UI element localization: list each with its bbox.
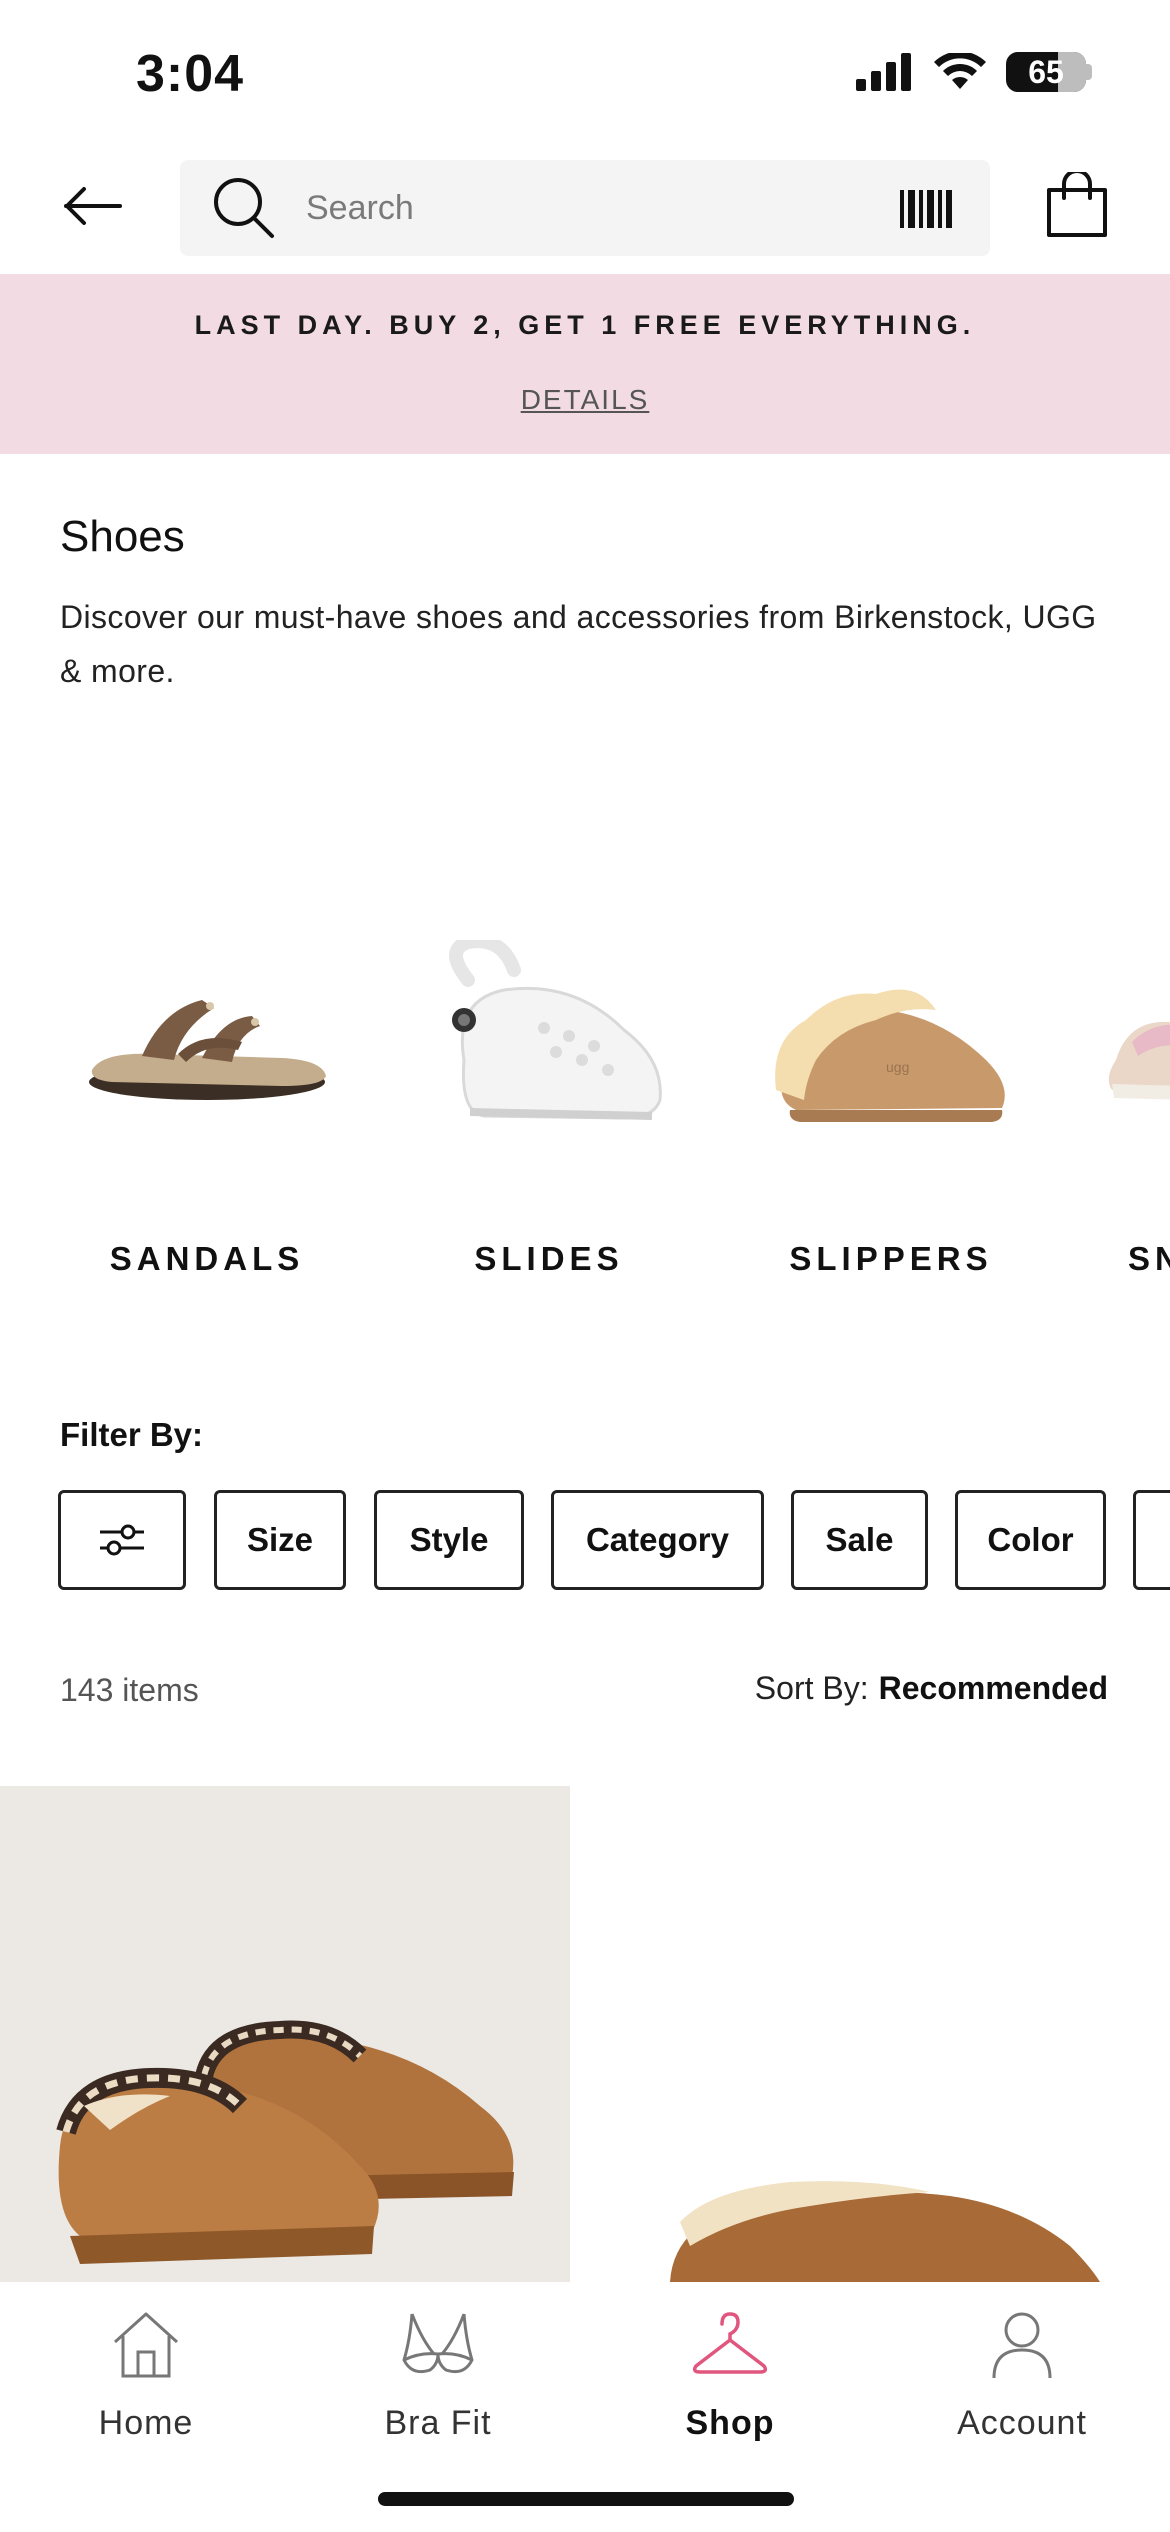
category-label: SANDALS bbox=[109, 1240, 305, 1277]
promo-title: LAST DAY. BUY 2, GET 1 FREE EVERYTHING. bbox=[194, 310, 976, 340]
nav-bra-fit[interactable]: Bra Fit bbox=[292, 2302, 584, 2452]
category-label: SN bbox=[1128, 1240, 1170, 1277]
category-slippers[interactable]: ugg SLIPPERS bbox=[726, 920, 1056, 1310]
home-icon bbox=[113, 2312, 179, 2378]
hanger-icon bbox=[692, 2312, 768, 2374]
product-card[interactable] bbox=[570, 1786, 1170, 2282]
sandal-image bbox=[42, 920, 372, 1160]
filter-chip-more[interactable] bbox=[1133, 1490, 1170, 1590]
product-image-tasman-slippers bbox=[0, 1786, 570, 2282]
product-card[interactable] bbox=[0, 1786, 570, 2282]
item-count: 143 items bbox=[60, 1672, 199, 1708]
filter-label: Filter By: bbox=[60, 1416, 204, 1453]
promo-details-link[interactable]: DETAILS bbox=[0, 384, 1170, 416]
sort-label: Sort By: bbox=[754, 1670, 869, 1706]
nav-label: Home bbox=[98, 2404, 194, 2442]
slipper-image: ugg bbox=[726, 920, 1056, 1160]
sort-value[interactable]: Recommended bbox=[879, 1670, 1108, 1707]
nav-label: Account bbox=[957, 2404, 1087, 2442]
category-label: SLIPPERS bbox=[789, 1240, 993, 1277]
arrow-left-icon bbox=[64, 187, 122, 225]
filter-chip-category[interactable]: Category bbox=[551, 1490, 764, 1590]
back-button[interactable] bbox=[56, 174, 132, 238]
filter-chip-sale[interactable]: Sale bbox=[791, 1490, 928, 1590]
sliders-icon bbox=[100, 1524, 144, 1556]
home-indicator[interactable] bbox=[378, 2492, 794, 2506]
page-description: Discover our must-have shoes and accesso… bbox=[60, 599, 1097, 689]
wifi-icon bbox=[934, 53, 986, 89]
top-header bbox=[0, 150, 1170, 274]
page-title: Shoes bbox=[60, 512, 185, 561]
filter-options-button[interactable] bbox=[58, 1490, 186, 1590]
clog-image bbox=[384, 920, 714, 1160]
category-sneakers[interactable]: SN bbox=[1068, 920, 1170, 1310]
filter-chip-color[interactable]: Color bbox=[955, 1490, 1106, 1590]
filter-chip-style[interactable]: Style bbox=[374, 1490, 524, 1590]
category-carousel[interactable]: SANDALS SLIDES ugg SLIPPERS S bbox=[0, 920, 1170, 1310]
nav-account[interactable]: Account bbox=[876, 2302, 1168, 2452]
shopping-bag-button[interactable] bbox=[1046, 169, 1108, 243]
nav-label: Shop bbox=[685, 2404, 775, 2442]
nav-shop[interactable]: Shop bbox=[584, 2302, 876, 2452]
status-icons: 65 bbox=[856, 52, 1092, 92]
status-bar: 3:04 65 bbox=[0, 0, 1170, 150]
search-bar[interactable] bbox=[180, 160, 990, 256]
account-icon bbox=[992, 2312, 1052, 2379]
sneaker-image bbox=[1068, 920, 1170, 1160]
search-input[interactable] bbox=[306, 160, 866, 256]
category-sandals[interactable]: SANDALS bbox=[42, 920, 372, 1310]
status-time: 3:04 bbox=[136, 45, 245, 103]
svg-text:ugg: ugg bbox=[886, 1059, 909, 1075]
cellular-signal-icon bbox=[856, 53, 911, 91]
nav-home[interactable]: Home bbox=[0, 2302, 292, 2452]
bra-icon bbox=[402, 2313, 474, 2374]
category-slides[interactable]: SLIDES bbox=[384, 920, 714, 1310]
nav-label: Bra Fit bbox=[384, 2404, 492, 2442]
battery-indicator: 65 bbox=[1006, 52, 1086, 92]
shopping-bag-icon bbox=[1047, 169, 1107, 237]
search-icon bbox=[214, 178, 274, 238]
category-label: SLIDES bbox=[474, 1240, 624, 1277]
promo-banner: LAST DAY. BUY 2, GET 1 FREE EVERYTHING. … bbox=[0, 274, 1170, 454]
filter-chip-row: Size Style Category Sale Color bbox=[0, 1490, 1170, 1590]
product-image-slipper bbox=[570, 1786, 1170, 2282]
sort-control[interactable]: Sort By: Recommended bbox=[755, 1670, 1108, 1707]
filter-chip-size[interactable]: Size bbox=[214, 1490, 346, 1590]
battery-level: 65 bbox=[1028, 53, 1064, 90]
barcode-scan-icon[interactable] bbox=[900, 190, 952, 228]
